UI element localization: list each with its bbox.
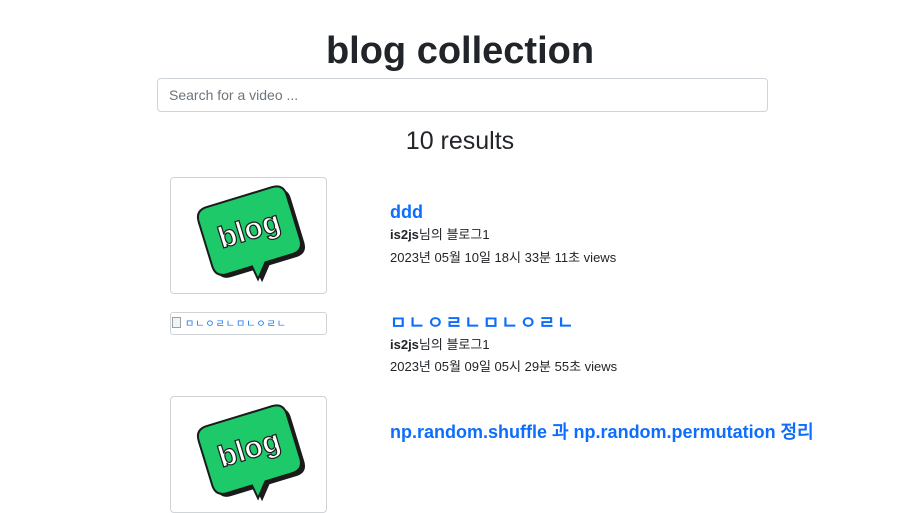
author-suffix: 님의 블로그1 <box>418 337 490 352</box>
item-title-link[interactable]: ㅁㄴㅇㄹㄴㅁㄴㅇㄹㄴ <box>390 312 576 334</box>
thumbnail[interactable]: blog <box>170 396 327 513</box>
item-author: is2js님의 블로그1 <box>390 337 490 353</box>
item-date-views: 2023년 05월 09일 05시 29분 55초 views <box>390 359 618 374</box>
broken-image-icon <box>172 317 181 328</box>
broken-image-alt: ㅁㄴㅇㄹㄴㅁㄴㅇㄹㄴ <box>172 315 287 330</box>
author-name: is2js <box>390 337 419 352</box>
results-count: 10 results <box>405 127 515 155</box>
item-date-views: 2023년 05월 10일 18시 33분 11초 views <box>390 250 617 265</box>
page-title: blog collection <box>325 30 595 72</box>
broken-image-alt-text: ㅁㄴㅇㄹㄴㅁㄴㅇㄹㄴ <box>185 319 287 330</box>
search-input[interactable] <box>157 78 768 112</box>
thumbnail[interactable]: blog <box>170 177 327 294</box>
item-title-link[interactable]: ddd <box>390 201 423 223</box>
blog-speech-bubble-icon: blog <box>196 404 306 502</box>
item-author: is2js님의 블로그1 <box>390 227 490 243</box>
item-title-link[interactable]: np.random.shuffle 과 np.random.permutatio… <box>390 421 814 443</box>
thumbnail[interactable]: ㅁㄴㅇㄹㄴㅁㄴㅇㄹㄴ <box>170 312 327 335</box>
author-suffix: 님의 블로그1 <box>418 227 490 242</box>
author-name: is2js <box>390 227 419 242</box>
blog-speech-bubble-icon: blog <box>196 185 306 283</box>
